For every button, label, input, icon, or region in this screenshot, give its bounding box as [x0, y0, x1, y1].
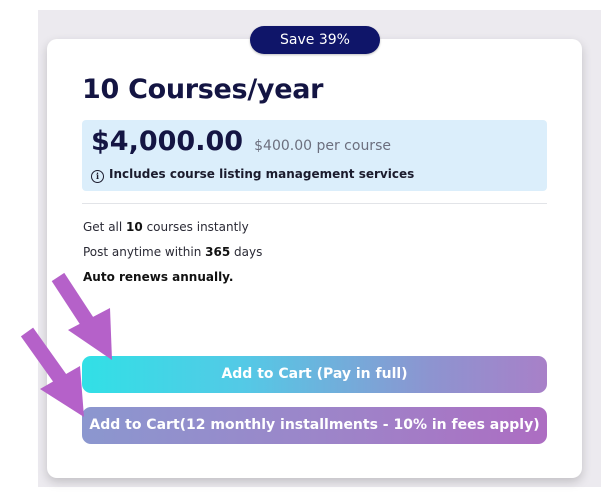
- feature-days: Post anytime within 365 days: [83, 245, 262, 259]
- divider: [82, 203, 547, 204]
- plan-title: 10 Courses/year: [82, 74, 324, 105]
- price-amount: $4,000.00: [91, 126, 244, 157]
- price-per-course: $400.00 per course: [254, 138, 391, 154]
- feature-text: courses instantly: [142, 220, 249, 234]
- info-row: i Includes course listing management serv…: [91, 167, 414, 183]
- info-icon: i: [91, 170, 104, 183]
- info-text: Includes course listing management servi…: [109, 167, 415, 181]
- price-row: $4,000.00 $400.00 per course: [91, 126, 391, 157]
- feature-text: Post anytime within: [83, 245, 206, 259]
- feature-courses: Get all 10 courses instantly: [83, 220, 249, 234]
- feature-count: 10: [126, 220, 143, 234]
- add-to-cart-installments-button[interactable]: Add to Cart(12 monthly installments - 10…: [82, 407, 547, 444]
- feature-days-count: 365: [205, 245, 231, 259]
- save-badge: Save 39%: [250, 26, 380, 54]
- annotation-arrow-lower-icon: [20, 327, 84, 417]
- add-to-cart-full-button[interactable]: Add to Cart (Pay in full): [82, 356, 547, 393]
- feature-text: Get all: [83, 220, 127, 234]
- feature-text: days: [230, 245, 263, 259]
- price-box: $4,000.00 $400.00 per course i Includes c…: [82, 120, 547, 191]
